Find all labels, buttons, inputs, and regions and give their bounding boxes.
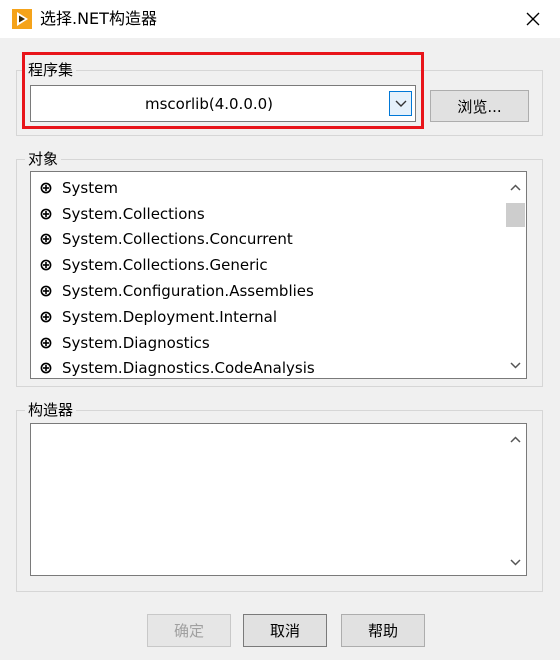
- list-item[interactable]: System.Collections.Concurrent: [31, 227, 504, 253]
- expand-plus-icon: [40, 285, 52, 297]
- close-icon: [526, 12, 540, 26]
- scroll-up-button[interactable]: [504, 428, 526, 450]
- expand-plus-icon: [40, 363, 52, 374]
- constructors-list[interactable]: [30, 423, 527, 576]
- scroll-up-button[interactable]: [504, 176, 526, 198]
- title-bar: 选择.NET构造器: [0, 0, 560, 38]
- list-item-label: System.Deployment.Internal: [62, 307, 278, 326]
- expand-plus-icon: [40, 182, 52, 194]
- list-item-label: System.Diagnostics.CodeAnalysis: [62, 359, 315, 378]
- scroll-down-button[interactable]: [504, 354, 526, 376]
- expand-plus-icon: [40, 337, 52, 349]
- window-title: 选择.NET构造器: [40, 9, 157, 28]
- cancel-button-label: 取消: [269, 622, 300, 640]
- list-item-label: System.Diagnostics: [62, 333, 210, 352]
- assembly-combobox[interactable]: mscorlib(4.0.0.0): [30, 85, 416, 122]
- scroll-down-button[interactable]: [504, 551, 526, 573]
- assembly-group-label: 程序集: [25, 60, 77, 80]
- cancel-button[interactable]: 取消: [243, 614, 327, 647]
- ok-button-label: 确定: [173, 622, 204, 640]
- list-item[interactable]: System.Diagnostics.CodeAnalysis: [31, 356, 504, 378]
- list-item[interactable]: System: [31, 175, 504, 201]
- list-item[interactable]: System.Collections: [31, 201, 504, 227]
- objects-group-label: 对象: [25, 149, 62, 169]
- browse-button[interactable]: 浏览...: [430, 90, 529, 122]
- objects-scrollbar[interactable]: [504, 172, 526, 378]
- objects-list[interactable]: System System.Collections System.Collect…: [30, 171, 527, 379]
- chevron-up-icon: [509, 183, 521, 191]
- chevron-up-icon: [509, 435, 521, 443]
- labview-run-arrow-icon: [12, 9, 32, 29]
- list-item[interactable]: System.Configuration.Assemblies: [31, 278, 504, 304]
- scroll-thumb[interactable]: [506, 203, 525, 227]
- list-item-label: System.Collections.Generic: [62, 256, 268, 275]
- browse-button-label: 浏览...: [457, 97, 502, 116]
- chevron-down-icon: [509, 558, 521, 566]
- constructors-group-label: 构造器: [25, 400, 77, 420]
- expand-plus-icon: [40, 311, 52, 323]
- assembly-selected-value: mscorlib(4.0.0.0): [144, 94, 274, 113]
- list-item-label: System: [62, 178, 118, 197]
- list-item-label: System.Collections.Concurrent: [62, 230, 293, 249]
- chevron-down-icon: [509, 361, 521, 369]
- chevron-down-icon: [395, 100, 406, 107]
- expand-plus-icon: [40, 234, 52, 245]
- expand-plus-icon: [40, 259, 52, 271]
- list-item[interactable]: System.Diagnostics: [31, 330, 504, 356]
- constructors-scrollbar[interactable]: [504, 424, 526, 575]
- expand-plus-icon: [40, 208, 52, 220]
- list-item[interactable]: System.Collections.Generic: [31, 252, 504, 278]
- combobox-dropdown-button[interactable]: [389, 91, 412, 116]
- list-item[interactable]: System.Deployment.Internal: [31, 304, 504, 330]
- ok-button[interactable]: 确定: [147, 614, 231, 647]
- close-button[interactable]: [520, 5, 546, 33]
- list-item-label: System.Collections: [62, 204, 205, 223]
- help-button[interactable]: 帮助: [341, 614, 425, 647]
- select-net-constructor-dialog: 选择.NET构造器 程序集 mscorlib(4.0.0.0) 浏览... 对象: [0, 0, 560, 660]
- objects-list-items: System System.Collections System.Collect…: [31, 175, 504, 378]
- list-item-label: System.Configuration.Assemblies: [62, 282, 314, 301]
- help-button-label: 帮助: [367, 622, 398, 640]
